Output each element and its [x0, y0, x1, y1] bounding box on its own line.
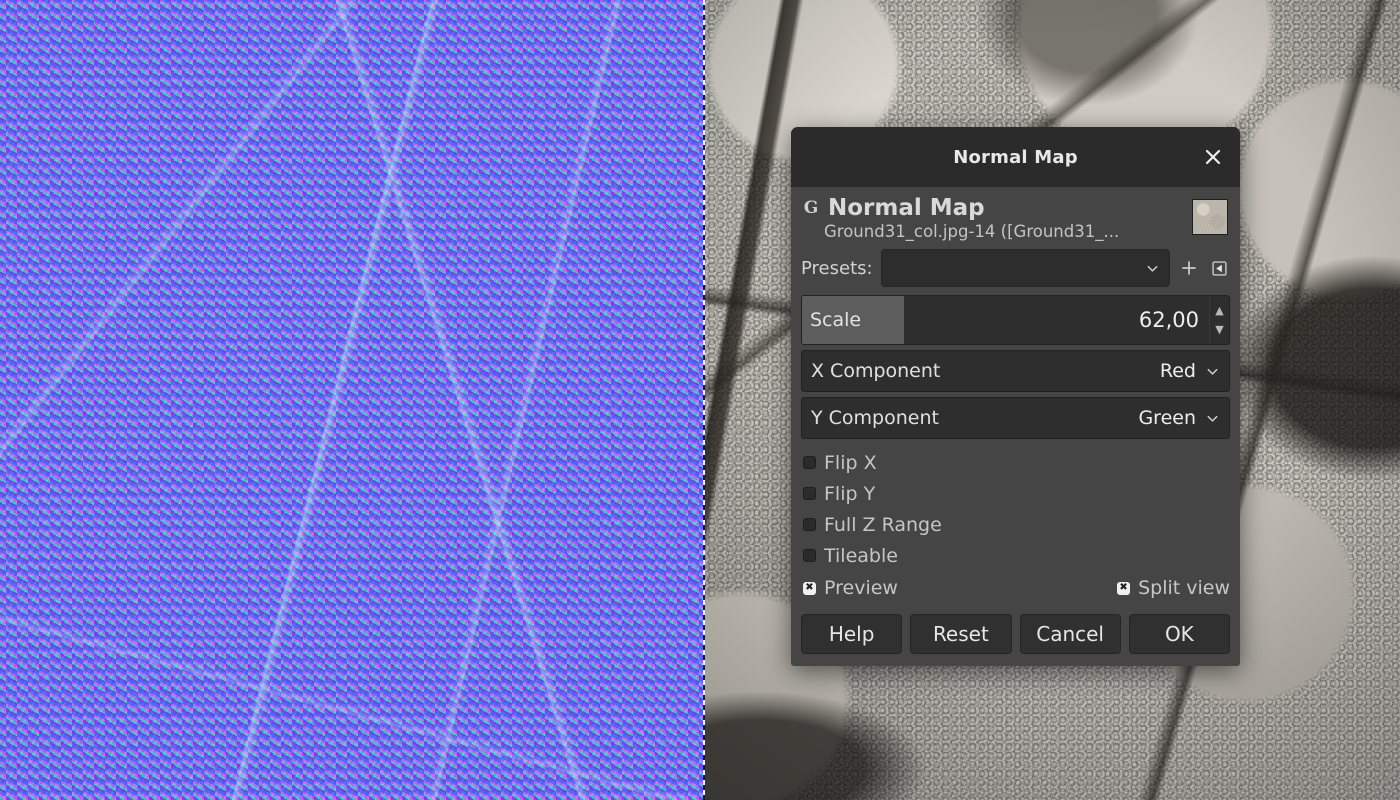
scale-value: 62,00	[1138, 308, 1199, 332]
dialog-titlebar: Normal Map	[791, 127, 1240, 187]
cancel-button[interactable]: Cancel	[1019, 614, 1121, 654]
split-view-checkbox-row[interactable]: Split view	[1117, 577, 1230, 599]
preview-checkbox[interactable]	[803, 581, 816, 595]
normal-map-grain	[0, 0, 704, 800]
x-component-value: Red	[1159, 360, 1196, 382]
operation-header: G Normal Map Ground31_col.jpg-14 ([Groun…	[791, 187, 1240, 247]
x-component-label: X Component	[811, 360, 941, 382]
help-button[interactable]: Help	[801, 614, 903, 654]
normal-map-preview-pane	[0, 0, 704, 800]
operation-subtitle: Ground31_col.jpg-14 ([Ground31_...	[824, 222, 1120, 241]
scale-slider[interactable]: Scale 62,00 ▲ ▼	[801, 295, 1230, 345]
flip-y-checkbox[interactable]	[803, 487, 816, 500]
flip-x-checkbox[interactable]	[803, 456, 816, 469]
tileable-checkbox-row[interactable]: Tileable	[803, 540, 1240, 571]
plus-icon[interactable]	[1178, 255, 1200, 281]
scale-label: Scale	[810, 309, 862, 331]
preset-menu-icon[interactable]	[1208, 255, 1230, 281]
y-component-right: Green	[1138, 407, 1220, 429]
checkbox-group: Flip X Flip Y Full Z Range Tileable	[791, 444, 1240, 571]
operation-header-text: G Normal Map Ground31_col.jpg-14 ([Groun…	[801, 195, 1184, 241]
preview-label: Preview	[824, 577, 898, 599]
flip-y-label: Flip Y	[824, 482, 876, 505]
y-component-combo[interactable]: Y Component Green	[801, 397, 1230, 439]
flip-y-checkbox-row[interactable]: Flip Y	[803, 478, 1240, 509]
presets-row: Presets:	[791, 247, 1240, 295]
y-component-label: Y Component	[811, 407, 939, 429]
presets-label: Presets:	[801, 257, 873, 279]
full-z-range-checkbox-row[interactable]: Full Z Range	[803, 509, 1240, 540]
presets-combo[interactable]	[880, 249, 1170, 287]
tileable-checkbox[interactable]	[803, 549, 816, 562]
split-view-label: Split view	[1138, 577, 1230, 599]
y-component-value: Green	[1138, 407, 1196, 429]
preview-options-row: Preview Split view	[791, 571, 1240, 605]
split-view-divider[interactable]	[703, 0, 705, 800]
flip-x-label: Flip X	[824, 451, 877, 474]
flip-x-checkbox-row[interactable]: Flip X	[803, 447, 1240, 478]
ok-button[interactable]: OK	[1128, 614, 1230, 654]
gegl-logo-icon: G	[803, 197, 819, 218]
preview-checkbox-row[interactable]: Preview	[803, 577, 898, 599]
full-z-range-label: Full Z Range	[824, 513, 942, 536]
close-icon[interactable]	[1196, 140, 1230, 174]
image-thumbnail[interactable]	[1192, 199, 1228, 235]
x-component-combo[interactable]: X Component Red	[801, 350, 1230, 392]
scale-stepper[interactable]: ▲ ▼	[1209, 296, 1229, 344]
dialog-title: Normal Map	[953, 146, 1078, 168]
chevron-up-icon[interactable]: ▲	[1215, 305, 1223, 316]
operation-title: Normal Map	[828, 195, 985, 221]
tileable-label: Tileable	[824, 544, 898, 567]
chevron-down-icon[interactable]: ▼	[1215, 324, 1223, 335]
x-component-right: Red	[1160, 360, 1220, 382]
reset-button[interactable]: Reset	[910, 614, 1012, 654]
full-z-range-checkbox[interactable]	[803, 518, 816, 531]
normal-map-dialog: Normal Map G Normal Map Ground31_col.jpg…	[791, 127, 1240, 666]
chevron-down-icon	[1147, 265, 1158, 272]
screen: Normal Map G Normal Map Ground31_col.jpg…	[0, 0, 1400, 800]
split-view-checkbox[interactable]	[1117, 581, 1131, 595]
chevron-down-icon	[1207, 415, 1218, 422]
parameter-rows: Scale 62,00 ▲ ▼ X Component Red Y Compon…	[791, 295, 1240, 439]
dialog-buttons: Help Reset Cancel OK	[791, 605, 1240, 666]
chevron-down-icon	[1207, 368, 1218, 375]
operation-title-row: G Normal Map	[801, 195, 1184, 221]
